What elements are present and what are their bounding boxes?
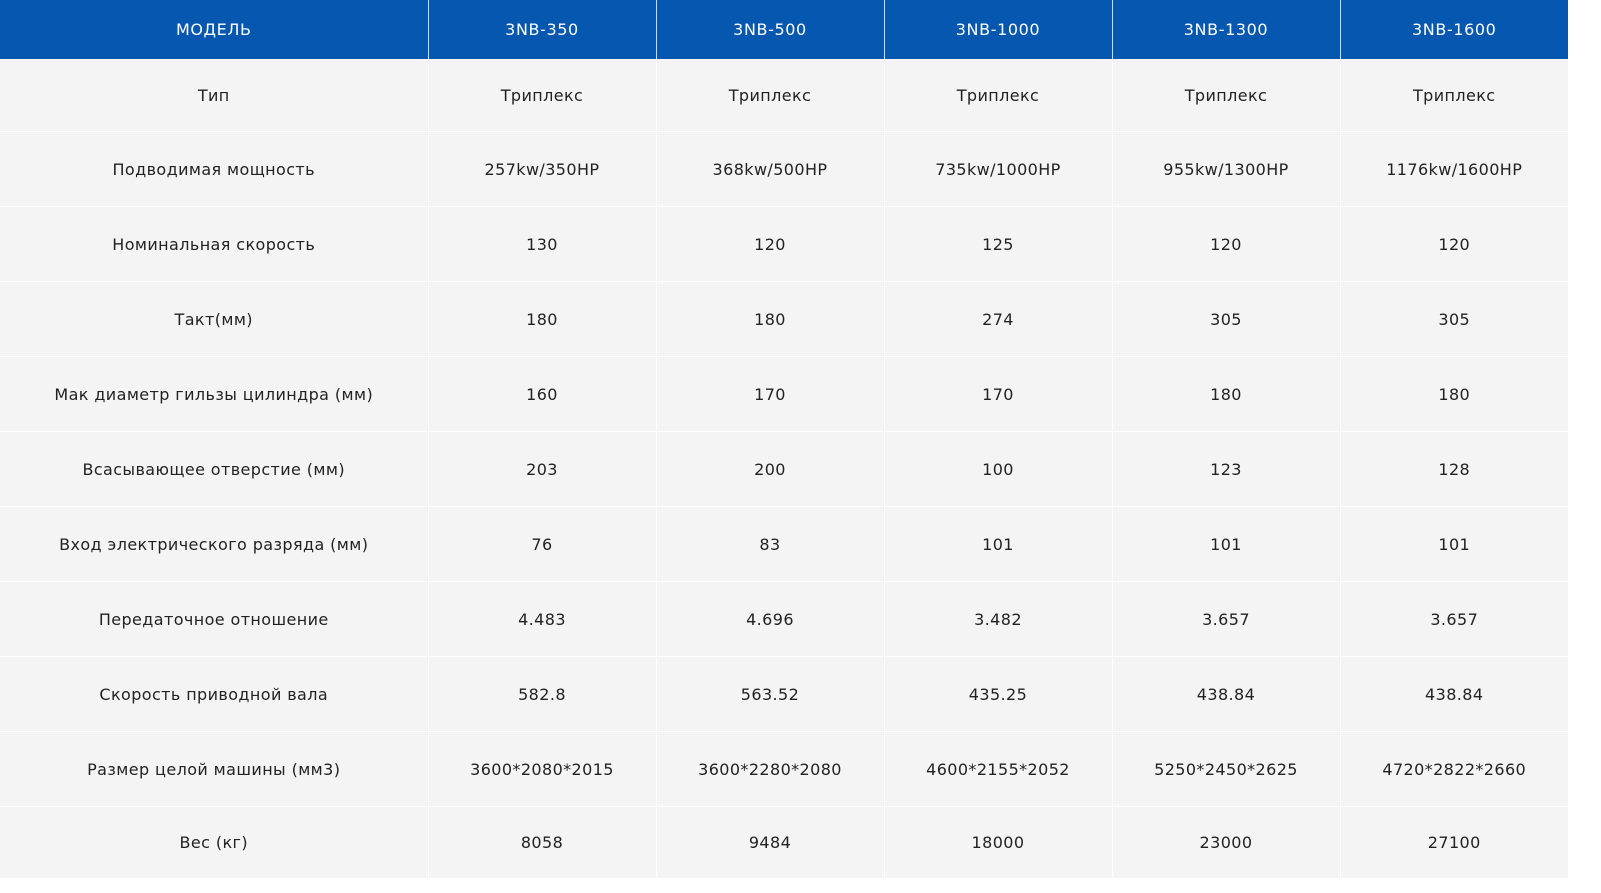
- header-cell-3nb-500: 3NB-500: [656, 0, 885, 59]
- row-label: Вес (кг): [0, 806, 429, 878]
- table-body: Тип Триплекс Триплекс Триплекс Триплекс …: [0, 59, 1568, 878]
- table-cell: 123: [1112, 431, 1341, 507]
- table-cell: 257kw/350HP: [428, 131, 657, 207]
- table-cell: Триплекс: [1340, 59, 1568, 132]
- table-header: МОДЕЛЬ 3NB-350 3NB-500 3NB-1000 3NB-1300…: [0, 0, 1568, 59]
- table-cell: Триплекс: [656, 59, 885, 132]
- header-cell-3nb-350: 3NB-350: [428, 0, 657, 59]
- table-cell: Триплекс: [884, 59, 1113, 132]
- table-cell: 180: [1112, 356, 1341, 432]
- row-label: Размер целой машины (мм3): [0, 731, 429, 807]
- table-cell: 101: [884, 506, 1113, 582]
- table-row: Тип Триплекс Триплекс Триплекс Триплекс …: [0, 59, 1568, 132]
- table-cell: 4600*2155*2052: [884, 731, 1113, 807]
- table-cell: 305: [1340, 281, 1568, 357]
- table-cell: 200: [656, 431, 885, 507]
- table-cell: Триплекс: [428, 59, 657, 132]
- table-cell: 1176kw/1600HP: [1340, 131, 1568, 207]
- table-cell: 120: [1340, 206, 1568, 282]
- table-row: Мак диаметр гильзы цилиндра (мм) 160 170…: [0, 356, 1568, 432]
- table-cell: 170: [884, 356, 1113, 432]
- row-label: Номинальная скорость: [0, 206, 429, 282]
- table-cell: 274: [884, 281, 1113, 357]
- row-label: Скорость приводной вала: [0, 656, 429, 732]
- row-label: Тип: [0, 59, 429, 132]
- header-cell-3nb-1000: 3NB-1000: [884, 0, 1113, 59]
- table-cell: 5250*2450*2625: [1112, 731, 1341, 807]
- table-cell: 76: [428, 506, 657, 582]
- table-cell: 435.25: [884, 656, 1113, 732]
- table-cell: 8058: [428, 806, 657, 878]
- table-cell: 4.696: [656, 581, 885, 657]
- table-cell: 9484: [656, 806, 885, 878]
- table-cell: 3.482: [884, 581, 1113, 657]
- table-cell: 582.8: [428, 656, 657, 732]
- table-cell: 128: [1340, 431, 1568, 507]
- table-cell: 160: [428, 356, 657, 432]
- row-label: Передаточное отношение: [0, 581, 429, 657]
- table-cell: 3.657: [1340, 581, 1568, 657]
- header-cell-model: МОДЕЛЬ: [0, 0, 429, 59]
- table-cell: 735kw/1000HP: [884, 131, 1113, 207]
- table-cell: 125: [884, 206, 1113, 282]
- row-label: Всасывающее отверстие (мм): [0, 431, 429, 507]
- table-row: Подводимая мощность 257kw/350HP 368kw/50…: [0, 131, 1568, 207]
- table-cell: Триплекс: [1112, 59, 1341, 132]
- row-label: Такт(мм): [0, 281, 429, 357]
- table-cell: 438.84: [1112, 656, 1341, 732]
- table-row: Передаточное отношение 4.483 4.696 3.482…: [0, 581, 1568, 657]
- table-cell: 170: [656, 356, 885, 432]
- header-cell-3nb-1300: 3NB-1300: [1112, 0, 1341, 59]
- row-label: Подводимая мощность: [0, 131, 429, 207]
- table-row: Такт(мм) 180 180 274 305 305: [0, 281, 1568, 357]
- specification-table: МОДЕЛЬ 3NB-350 3NB-500 3NB-1000 3NB-1300…: [0, 0, 1568, 878]
- table-cell: 180: [656, 281, 885, 357]
- table-cell: 180: [428, 281, 657, 357]
- table-cell: 438.84: [1340, 656, 1568, 732]
- table-cell: 101: [1112, 506, 1341, 582]
- table-cell: 3.657: [1112, 581, 1341, 657]
- table-cell: 180: [1340, 356, 1568, 432]
- table-cell: 3600*2280*2080: [656, 731, 885, 807]
- table-cell: 563.52: [656, 656, 885, 732]
- table-cell: 955kw/1300HP: [1112, 131, 1341, 207]
- table-row: Скорость приводной вала 582.8 563.52 435…: [0, 656, 1568, 732]
- table-cell: 203: [428, 431, 657, 507]
- table-cell: 23000: [1112, 806, 1341, 878]
- table-cell: 83: [656, 506, 885, 582]
- table-row: Размер целой машины (мм3) 3600*2080*2015…: [0, 731, 1568, 807]
- table-cell: 120: [656, 206, 885, 282]
- table-cell: 368kw/500HP: [656, 131, 885, 207]
- table-cell: 305: [1112, 281, 1341, 357]
- table-cell: 4.483: [428, 581, 657, 657]
- row-label: Вход электрического разряда (мм): [0, 506, 429, 582]
- table-row: Всасывающее отверстие (мм) 203 200 100 1…: [0, 431, 1568, 507]
- table-cell: 130: [428, 206, 657, 282]
- table-cell: 100: [884, 431, 1113, 507]
- table-row: Вход электрического разряда (мм) 76 83 1…: [0, 506, 1568, 582]
- table-row: Вес (кг) 8058 9484 18000 23000 27100: [0, 806, 1568, 878]
- header-cell-3nb-1600: 3NB-1600: [1340, 0, 1568, 59]
- table-cell: 3600*2080*2015: [428, 731, 657, 807]
- table-row: Номинальная скорость 130 120 125 120 120: [0, 206, 1568, 282]
- table-cell: 120: [1112, 206, 1341, 282]
- table-cell: 4720*2822*2660: [1340, 731, 1568, 807]
- table-cell: 101: [1340, 506, 1568, 582]
- table-cell: 18000: [884, 806, 1113, 878]
- row-label: Мак диаметр гильзы цилиндра (мм): [0, 356, 429, 432]
- table-cell: 27100: [1340, 806, 1568, 878]
- header-row: МОДЕЛЬ 3NB-350 3NB-500 3NB-1000 3NB-1300…: [0, 0, 1568, 59]
